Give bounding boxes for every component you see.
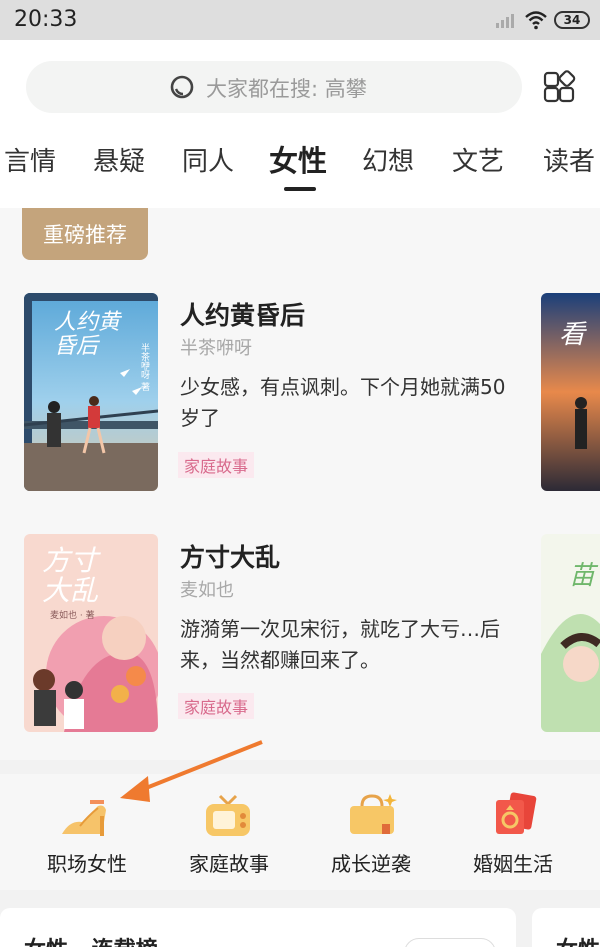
- svg-text:苗: 苗: [569, 561, 599, 591]
- tab-yanqing[interactable]: 言情: [4, 141, 56, 178]
- tab-wenyi[interactable]: 文艺: [452, 141, 504, 178]
- book-description: 少女感，有点讽刺。下个月她就满50岁了: [180, 375, 506, 430]
- cover-author: 半茶咿呀 著: [139, 343, 149, 391]
- ring-envelope-icon[interactable]: [488, 792, 540, 836]
- cover-title: 人约黄昏后: [54, 310, 121, 359]
- category-grid-icon[interactable]: [542, 70, 576, 104]
- category-label[interactable]: 家庭故事: [174, 848, 284, 877]
- category-label[interactable]: 职场女性: [32, 848, 142, 877]
- book-cover[interactable]: 人约黄昏后 半茶咿呀 著: [24, 293, 158, 491]
- book-cover-partial[interactable]: 看: [541, 293, 600, 491]
- category-label[interactable]: 婚姻生活: [458, 848, 568, 877]
- wifi-icon: [525, 11, 547, 30]
- more-button[interactable]: [404, 938, 496, 947]
- tab-xuanyi[interactable]: 悬疑: [93, 141, 145, 178]
- tab-tongren[interactable]: 同人: [182, 141, 234, 178]
- tab-huanxiang[interactable]: 幻想: [362, 141, 414, 178]
- section-badge: 重磅推荐: [22, 208, 148, 260]
- svg-text:看: 看: [559, 320, 587, 350]
- book-tag[interactable]: 家庭故事: [178, 693, 255, 719]
- book-cover[interactable]: 方寸大乱 麦如也 · 著: [24, 534, 158, 732]
- book-author: 半茶咿呀: [180, 338, 252, 359]
- book-cover-partial[interactable]: 苗: [541, 534, 600, 732]
- book-title[interactable]: 人约黄昏后: [180, 296, 305, 332]
- bag-icon[interactable]: [346, 792, 398, 836]
- book-author: 麦如也: [180, 580, 234, 601]
- annotation-arrow-icon: [120, 740, 263, 802]
- signal-icon: [496, 14, 514, 28]
- search-placeholder[interactable]: 大家都在搜: 高攀: [206, 73, 367, 103]
- tab-duzhe[interactable]: 读者: [543, 141, 595, 178]
- ranking-title[interactable]: 女性 · 连载榜: [24, 932, 158, 947]
- tab-nvxing[interactable]: 女性: [269, 138, 327, 180]
- book-description: 游漪第一次见宋衍，就吃了大亏…后来，当然都赚回来了。: [180, 617, 500, 672]
- cover-author: 麦如也 · 著: [50, 611, 95, 621]
- cover-title: 方寸大乱: [42, 544, 99, 607]
- book-tag[interactable]: 家庭故事: [178, 452, 255, 478]
- high-heel-icon[interactable]: [60, 796, 112, 840]
- battery-icon: 34: [554, 11, 590, 29]
- status-time: 20:33: [14, 7, 78, 32]
- ranking-title-partial[interactable]: 女性: [556, 932, 600, 947]
- category-label[interactable]: 成长逆袭: [316, 848, 426, 877]
- book-title[interactable]: 方寸大乱: [180, 538, 280, 574]
- active-tab-indicator: [284, 187, 316, 191]
- search-icon: [170, 75, 194, 99]
